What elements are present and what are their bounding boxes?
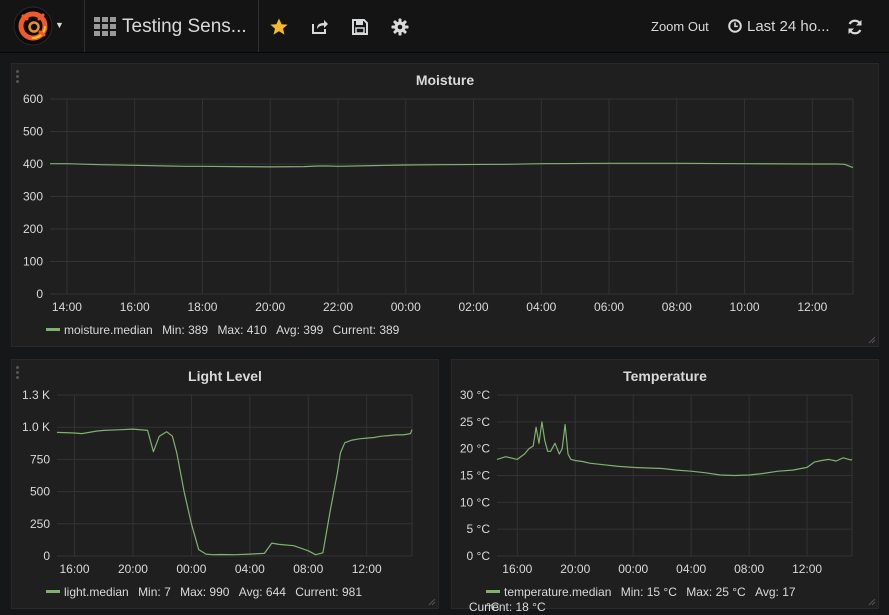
grafana-menu-button[interactable]: ▼ — [8, 6, 70, 46]
x-tick-label: 04:00 — [526, 300, 556, 314]
legend-series-name: temperature.median — [504, 585, 612, 599]
panel-resize-handle[interactable] — [868, 598, 876, 606]
light-level-chart[interactable]: 0 250 500 750 1.0 K 1.3 K 16:00 20:00 00:00 04:00… — [12, 360, 438, 582]
x-tick-label: 20:00 — [255, 300, 285, 314]
legend-series-name: moisture.median — [64, 323, 153, 337]
x-tick-label: 16:00 — [60, 562, 90, 576]
series-color-swatch — [46, 590, 60, 594]
x-tick-label: 08:00 — [293, 562, 323, 576]
y-tick-label: 400 — [23, 157, 43, 171]
panel-resize-handle[interactable] — [868, 336, 876, 344]
y-tick-label: 200 — [23, 222, 43, 236]
y-tick-label: 30 °C — [460, 388, 490, 402]
save-icon[interactable] — [350, 17, 370, 37]
legend-max: Max: 990 — [180, 585, 230, 599]
legend-current: Current: 389 — [332, 323, 400, 337]
y-tick-label: 500 — [30, 485, 50, 499]
y-tick-label: 20 °C — [460, 442, 490, 456]
moisture-panel: Moisture 0 100 200 300 400 500 600 14:00 16:00 18… — [11, 63, 879, 347]
x-tick-label: 02:00 — [459, 300, 489, 314]
zoom-out-button[interactable]: Zoom Out — [651, 19, 709, 34]
dashboard-grid-icon — [94, 17, 116, 36]
y-tick-label: 100 — [23, 255, 43, 269]
x-tick-label: 20:00 — [560, 562, 590, 576]
y-tick-label: 500 — [23, 125, 43, 139]
settings-gear-icon[interactable] — [390, 17, 410, 37]
legend-min: Min: 389 — [162, 323, 209, 337]
legend-item[interactable]: light.median Min: 7 Max: 990 Avg: 644 Cu… — [46, 585, 362, 599]
y-tick-label: 15 °C — [460, 469, 490, 483]
x-tick-label: 00:00 — [391, 300, 421, 314]
x-tick-label: 18:00 — [187, 300, 217, 314]
top-navbar: ▼ Testing Sens... Zoom Out Last 24 ho... — [0, 0, 889, 53]
y-tick-label: 300 — [23, 190, 43, 204]
y-tick-label: 0 °C — [467, 549, 491, 563]
y-tick-label: 250 — [30, 517, 50, 531]
y-tick-label: 1.0 K — [22, 420, 50, 434]
y-tick-label: 5 °C — [467, 522, 491, 536]
temperature-panel: Temperature 0 °C 5 °C 10 °C 15 °C 20 °C 25 °C… — [451, 359, 879, 614]
caret-down-icon: ▼ — [55, 20, 64, 30]
panel-resize-handle[interactable] — [428, 598, 436, 606]
nav-divider — [258, 0, 259, 52]
x-tick-label: 16:00 — [502, 562, 532, 576]
y-tick-label: 0 — [36, 287, 43, 301]
x-tick-label: 04:00 — [676, 562, 706, 576]
star-icon[interactable] — [269, 17, 289, 37]
legend-avg: Avg: 399 — [276, 323, 324, 337]
x-tick-label: 00:00 — [618, 562, 648, 576]
y-tick-label: 0 — [43, 549, 50, 563]
y-tick-label: 10 °C — [460, 495, 490, 509]
series-color-swatch — [46, 328, 60, 332]
moisture-chart[interactable]: 0 100 200 300 400 500 600 14:00 16:00 18:00 20:00 2… — [12, 64, 878, 319]
x-tick-label: 12:00 — [797, 300, 827, 314]
x-tick-label: 08:00 — [662, 300, 692, 314]
y-tick-label: 25 °C — [460, 415, 490, 429]
legend-max: Max: 25 °C — [686, 585, 746, 599]
x-tick-label: 14:00 — [52, 300, 82, 314]
legend-item[interactable]: moisture.median Min: 389 Max: 410 Avg: 3… — [46, 323, 399, 337]
legend-min: Min: 15 °C — [620, 585, 677, 599]
x-tick-label: 08:00 — [734, 562, 764, 576]
series-color-swatch — [486, 590, 500, 594]
clock-icon — [728, 19, 742, 33]
legend-series-name: light.median — [64, 585, 129, 599]
dashboard-title: Testing Sens... — [122, 16, 247, 37]
x-tick-label: 12:00 — [792, 562, 822, 576]
light-level-panel: Light Level 0 250 500 750 1.0 K 1.3 K 16:00 20:… — [11, 359, 439, 609]
x-tick-label: 06:00 — [594, 300, 624, 314]
refresh-icon[interactable] — [846, 18, 864, 36]
x-tick-label: 20:00 — [118, 562, 148, 576]
y-tick-label: 1.3 K — [22, 388, 50, 402]
legend-min: Min: 7 — [138, 585, 171, 599]
x-tick-label: 12:00 — [352, 562, 382, 576]
x-tick-label: 22:00 — [323, 300, 353, 314]
legend-max: Max: 410 — [217, 323, 267, 337]
x-tick-label: 10:00 — [730, 300, 760, 314]
legend-item[interactable]: temperature.median Min: 15 °C Max: 25 °C… — [469, 585, 806, 615]
y-tick-label: 750 — [30, 452, 50, 466]
legend-current: Current: 18 °C — [468, 600, 546, 614]
x-tick-label: 04:00 — [235, 562, 265, 576]
dashboard-title-button[interactable]: Testing Sens... — [84, 0, 258, 52]
y-tick-label: 600 — [23, 92, 43, 106]
grafana-logo-icon — [13, 6, 53, 46]
temperature-chart[interactable]: 0 °C 5 °C 10 °C 15 °C 20 °C 25 °C 30 °C 16:00 20… — [452, 360, 878, 582]
time-range-label: Last 24 ho... — [747, 18, 830, 35]
legend-current: Current: 981 — [295, 585, 362, 599]
share-icon[interactable] — [310, 17, 330, 37]
x-tick-label: 00:00 — [176, 562, 206, 576]
x-tick-label: 16:00 — [120, 300, 150, 314]
legend-avg: Avg: 644 — [238, 585, 286, 599]
